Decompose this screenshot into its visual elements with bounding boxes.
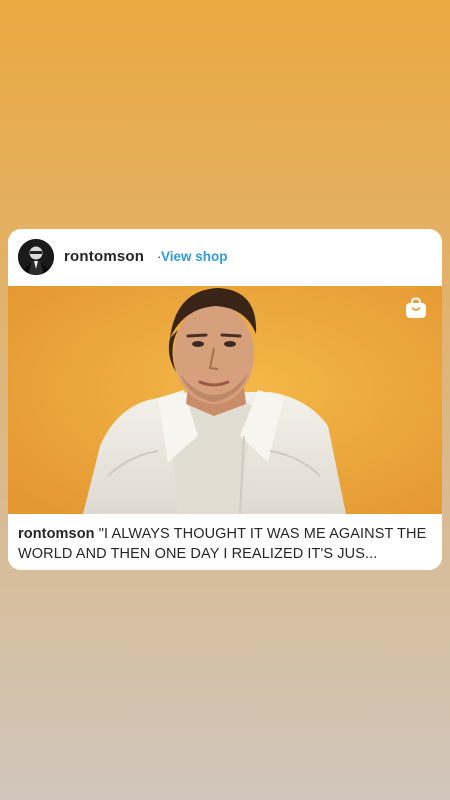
post-image[interactable] [8, 286, 442, 514]
post-header: rontomson · View shop [8, 229, 442, 285]
post-photo [8, 286, 442, 514]
view-shop-link[interactable]: View shop [161, 249, 228, 264]
caption-username[interactable]: rontomson [18, 526, 95, 542]
post-username[interactable]: rontomson [64, 248, 144, 265]
shopping-bag-icon[interactable] [405, 297, 427, 319]
story-screen: rontomson · View shop rontomson "I ALWAY… [0, 0, 450, 800]
post-caption: rontomson "I ALWAYS THOUGHT IT WAS ME AG… [18, 524, 434, 564]
profile-avatar[interactable] [18, 239, 54, 275]
shared-post-card[interactable]: rontomson · View shop rontomson "I ALWAY… [8, 229, 442, 570]
